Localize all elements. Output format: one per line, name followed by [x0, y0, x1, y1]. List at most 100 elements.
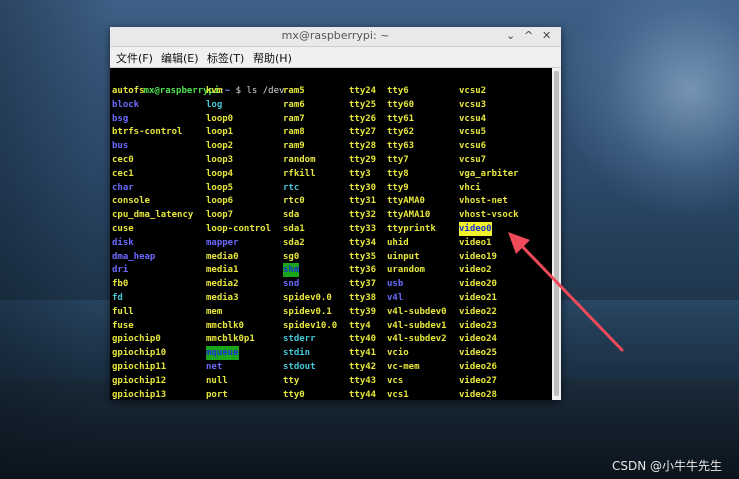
terminal-window[interactable]: mx@raspberrypi: ~ ⌄ ^ ✕ 文件(F) 编辑(E) 标签(T…: [110, 27, 561, 400]
listing-entry: sda2: [283, 237, 305, 248]
prompt-command: $ ls /dev: [230, 86, 285, 96]
listing-entry: mmcblk0: [206, 320, 244, 331]
listing-entry: stdin: [283, 348, 311, 359]
window-title: mx@raspberrypi: ~: [281, 29, 390, 42]
listing-entry: spidev10.0: [283, 320, 338, 331]
listing-entry: tty30: [349, 182, 377, 193]
listing-entry: v4l-subdev2: [387, 334, 447, 345]
listing-entry: gpiochip10: [112, 348, 167, 359]
listing-entry: tty63: [387, 141, 415, 152]
listing-entry: gpiochip0: [112, 334, 161, 345]
listing-entry: mem: [206, 306, 223, 317]
close-button[interactable]: ✕: [542, 29, 551, 43]
listing-entry: video22: [459, 306, 497, 317]
listing-entry: vcsu7: [459, 155, 487, 165]
listing-entry: tty28: [349, 141, 377, 152]
listing-entry: tty39: [349, 306, 377, 317]
listing-entry: cec1: [112, 168, 134, 179]
listing-entry: video19: [459, 251, 497, 262]
listing-entry: stderr: [283, 334, 316, 345]
listing-entry: video1: [459, 237, 492, 248]
listing-entry: tty0: [283, 389, 305, 400]
menu-help[interactable]: 帮助(H): [253, 50, 292, 66]
listing-entry: sda: [283, 210, 300, 221]
listing-entry: video20: [459, 279, 497, 290]
listing-entry: loop-control: [206, 224, 272, 234]
listing-entry: vcsu6: [459, 141, 487, 152]
watermark: CSDN @小牛牛先生: [612, 459, 723, 473]
listing-entry: ram6: [283, 99, 305, 110]
listing-entry: rtc0: [283, 196, 305, 207]
listing-entry: tty35: [349, 251, 377, 262]
listing-entry: media1: [206, 265, 239, 276]
listing-entry: ttyprintk: [387, 224, 436, 234]
listing-entry: ttyAMA10: [387, 210, 431, 221]
menu-file[interactable]: 文件(F): [116, 50, 153, 66]
listing-entry: loop0: [206, 113, 234, 124]
listing-entry: cpu_dma_latency: [112, 210, 194, 221]
listing-entry: tty6: [387, 86, 409, 96]
listing-entry: tty8: [387, 168, 409, 179]
listing-entry: vcs1: [387, 389, 409, 400]
listing-entry: console: [112, 196, 150, 207]
listing-entry: loop4: [206, 168, 234, 179]
window-titlebar[interactable]: mx@raspberrypi: ~ ⌄ ^ ✕: [110, 27, 561, 47]
terminal-scrollbar[interactable]: [552, 68, 561, 400]
listing-entry: ram7: [283, 113, 305, 124]
listing-entry: media2: [206, 279, 239, 290]
listing-entry: tty33: [349, 224, 377, 234]
listing-entry: vcsu3: [459, 99, 487, 110]
listing-entry: loop7: [206, 210, 234, 221]
listing-entry: ram5: [283, 86, 305, 96]
minimize-button[interactable]: ⌄: [506, 29, 515, 43]
listing-entry: usb: [387, 279, 404, 290]
menu-tabs[interactable]: 标签(T): [207, 50, 244, 66]
listing-entry: dri: [112, 265, 129, 276]
listing-entry: video0: [459, 222, 492, 236]
listing-entry: sda1: [283, 224, 305, 234]
prompt-line: mx@raspberrypi:~ $ ls /dev: [111, 70, 285, 96]
listing-entry: loop2: [206, 141, 234, 152]
listing-entry: tty32: [349, 210, 377, 221]
listing-entry: net: [206, 362, 223, 372]
listing-entry: tty25: [349, 99, 377, 110]
listing-entry: tty4: [349, 320, 371, 331]
listing-entry: rfkill: [283, 168, 316, 179]
listing-entry: tty: [283, 375, 300, 386]
menu-edit[interactable]: 编辑(E): [161, 50, 199, 66]
listing-entry: loop6: [206, 196, 234, 207]
listing-entry: mapper: [206, 237, 239, 248]
listing-entry: video25: [459, 348, 497, 359]
listing-entry: video2: [459, 265, 492, 276]
maximize-button[interactable]: ^: [524, 29, 533, 43]
listing-entry: disk: [112, 237, 134, 248]
listing-entry: tty38: [349, 293, 377, 303]
wallpaper-shade: [0, 0, 115, 479]
listing-entry: dma_heap: [112, 251, 156, 262]
listing-entry: vcsu4: [459, 113, 487, 124]
listing-entry: media0: [206, 251, 239, 262]
scrollbar-thumb[interactable]: [554, 71, 559, 396]
terminal-output[interactable]: mx@raspberrypi:~ $ ls /dev autofs kvm ram5…: [110, 68, 552, 400]
listing-entry: tty34: [349, 237, 377, 248]
listing-entry: tty60: [387, 99, 415, 110]
listing-entry: vc-mem: [387, 362, 420, 372]
wallpaper-light: [560, 0, 739, 220]
listing-entry: tty3: [349, 168, 371, 179]
listing-entry: urandom: [387, 265, 425, 276]
listing-entry: vcs: [387, 375, 404, 386]
listing-entry: tty37: [349, 279, 377, 290]
listing-entry: video28: [459, 389, 497, 400]
listing-entry: block: [112, 99, 140, 110]
listing-entry: sg0: [283, 251, 300, 262]
listing-entry: video27: [459, 375, 497, 386]
listing-entry: fd: [112, 293, 123, 303]
listing-entry: mqueue: [206, 346, 239, 361]
listing-entry: tty24: [349, 86, 377, 96]
listing-entry: tty42: [349, 362, 377, 372]
listing-entry: random: [283, 155, 316, 165]
listing-entry: spidev0.1: [283, 306, 332, 317]
listing-entry: full: [112, 306, 134, 317]
listing-entry: mmcblk0p1: [206, 334, 255, 345]
listing-entry: stdout: [283, 362, 316, 372]
